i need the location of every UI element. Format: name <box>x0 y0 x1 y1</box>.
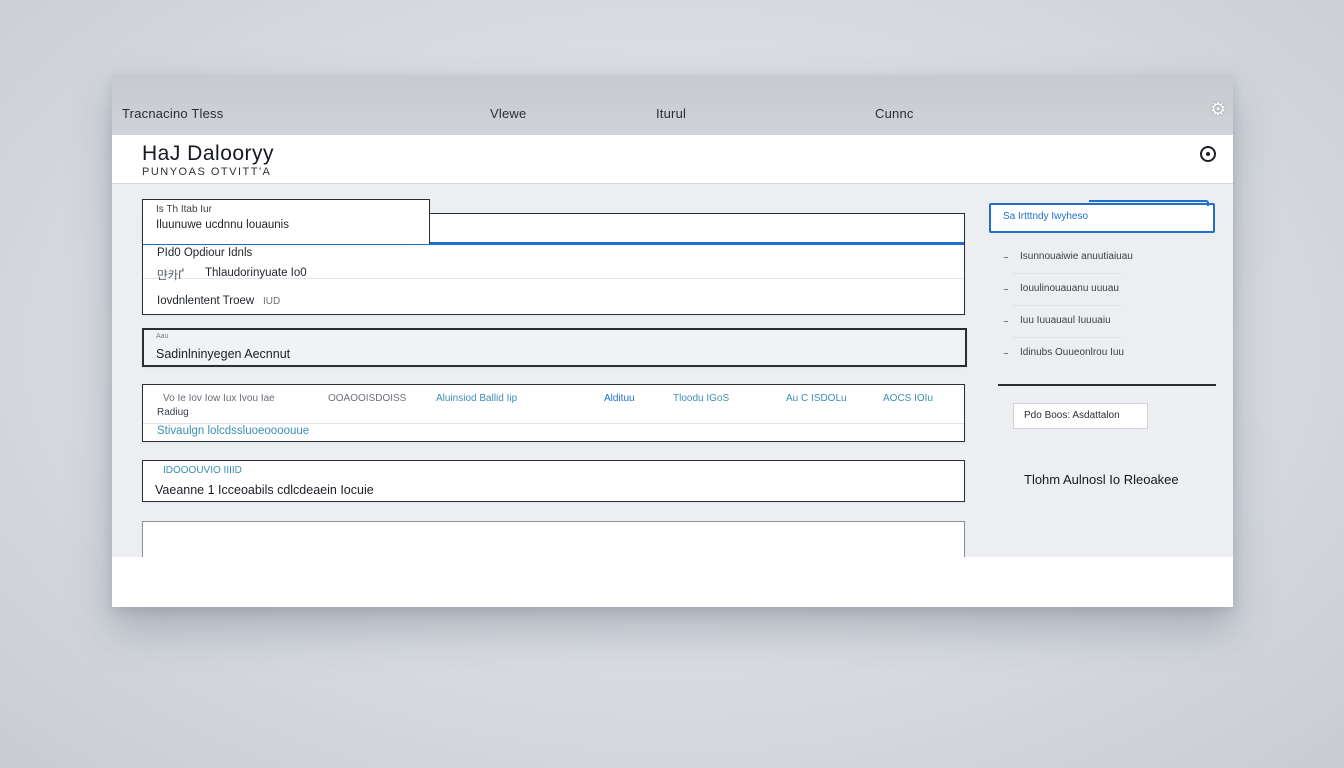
brand-title: HaJ Dalooryy <box>142 142 275 165</box>
table-card: Vo Ie Iov Iow Iux Ivou Iae OOAOOISDOISS … <box>142 384 965 442</box>
app-window: Tracnacino Tless Vlewe Iturul Cunnc ⚙ Ha… <box>112 75 1233 607</box>
nav-item-view[interactable]: Vlewe <box>490 106 526 121</box>
tab-kicker: Is Th Itab Iur <box>156 204 212 215</box>
status-chip[interactable]: Pdo Boos: Asdattalon <box>1013 403 1148 429</box>
gear-icon[interactable]: ⚙ <box>1210 99 1228 119</box>
notes-value[interactable]: Vaeanne 1 Icceoabils cdlcdeaein Iocuie <box>155 483 374 497</box>
nav-item-connect[interactable]: Cunnc <box>875 106 914 121</box>
sidebar-item-2[interactable]: Iouulinouauanu uuuau <box>1020 283 1119 294</box>
brand-subtitle: PUNYOAS OTVITT'A <box>142 166 272 178</box>
col-header-6: Au C ISDOLu <box>786 393 847 404</box>
cta-button[interactable]: Sa Irtttndy Iwyheso <box>989 200 1215 233</box>
detail-row-3-trail: IUD <box>263 296 281 307</box>
account-label: Sadinlninyegen Aecnnut <box>156 347 291 361</box>
account-card[interactable]: Aau Sadinlninyegen Aecnnut <box>142 328 967 367</box>
sidebar-item-1[interactable]: Isunnouaiwie anuutiaiuau <box>1020 251 1133 262</box>
col-header-1: Vo Ie Iov Iow Iux Ivou Iae <box>163 393 275 404</box>
row-label: Radiug <box>157 407 189 418</box>
user-circle-icon[interactable] <box>1200 146 1216 162</box>
sidebar-item-3[interactable]: Iuu Iuuauaul Iuuuaiu <box>1020 315 1111 326</box>
notes-card: IDOOOUVIO IIIID Vaeanne 1 Icceoabils cdl… <box>142 460 965 502</box>
col-header-4: Aldituu <box>604 393 635 404</box>
detail-row-2: Thlaudorinyuate Io0 <box>205 267 307 279</box>
chip-label: Pdo Boos: Asdattalon <box>1024 410 1120 421</box>
cta-label: Sa Irtttndy Iwyheso <box>1003 211 1089 222</box>
detail-row-2-icons: 먄카Ґ <box>157 270 184 282</box>
footer-strip <box>112 557 1233 607</box>
detail-row-1: PId0 Opdiour Idnls <box>157 247 253 259</box>
details-tab[interactable]: Is Th Itab Iur Iluunuwe ucdnnu louaunis <box>142 199 430 244</box>
app-title: Tracnacino Tless <box>122 106 224 121</box>
page-header: HaJ Dalooryy PUNYOAS OTVITT'A <box>112 135 1233 184</box>
col-header-5: Tloodu IGoS <box>673 393 730 404</box>
col-header-2: OOAOOISDOISS <box>328 393 407 404</box>
col-header-7: AOCS IOIu <box>883 393 934 404</box>
nav-item-tutorial[interactable]: Iturul <box>656 106 686 121</box>
col-header-3: Aluinsiod Ballid Iip <box>436 393 518 404</box>
row-value[interactable]: Stivaulgn lolcdssluoeoooouue <box>157 425 309 437</box>
sidebar-footer-text: Tlohm Aulnosl Io Rleoakee <box>1024 472 1179 487</box>
sidebar-divider <box>998 384 1216 386</box>
top-bar: Tracnacino Tless Vlewe Iturul Cunnc ⚙ <box>112 75 1233 135</box>
account-kicker: Aau <box>156 333 169 340</box>
sidebar-item-4[interactable]: Idinubs Ouueonlrou Iuu <box>1020 347 1124 358</box>
detail-row-3: Iovdnlentent Troew <box>157 295 255 307</box>
tab-title: Iluunuwe ucdnnu louaunis <box>156 219 289 231</box>
notes-kicker: IDOOOUVIO IIIID <box>163 465 242 476</box>
